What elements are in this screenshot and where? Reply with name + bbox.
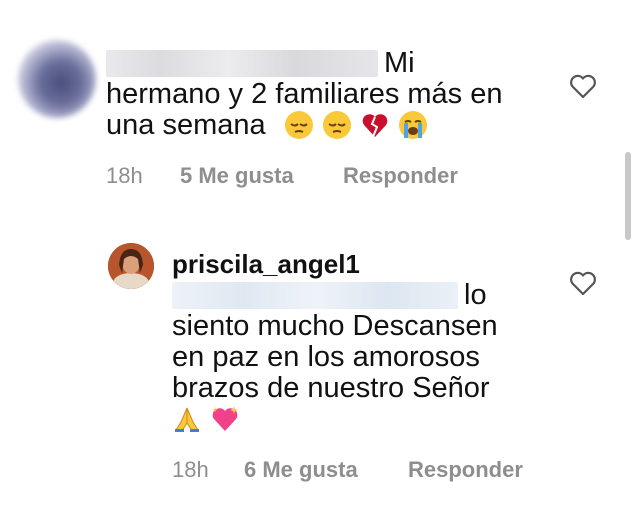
timestamp: 18h bbox=[106, 163, 143, 188]
redacted-username bbox=[106, 50, 378, 77]
reply-button[interactable]: Responder bbox=[408, 457, 523, 483]
comment-text-line: lo bbox=[464, 279, 487, 311]
reply-button[interactable]: Responder bbox=[343, 163, 458, 189]
comment-text: lo siento mucho Descansen en paz en los … bbox=[172, 280, 532, 435]
comment-username[interactable]: priscila_angel1 bbox=[172, 249, 360, 280]
avatar[interactable] bbox=[108, 243, 154, 289]
pensive-face-icon bbox=[284, 111, 313, 139]
scrollbar[interactable] bbox=[625, 152, 631, 240]
comment-text-line: siento mucho Descansen bbox=[172, 310, 498, 342]
like-heart-icon[interactable] bbox=[568, 269, 598, 297]
folded-hands-icon bbox=[175, 407, 199, 432]
comment-text-line: en paz en los amorosos bbox=[172, 341, 480, 373]
comment-text: Mi hermano y 2 familiares más en una sem… bbox=[106, 48, 546, 141]
redacted-mention bbox=[172, 282, 458, 309]
timestamp: 18h bbox=[172, 457, 209, 482]
sparkling-heart-icon bbox=[212, 406, 238, 431]
likes-count-link[interactable]: 6 Me gusta bbox=[244, 457, 358, 483]
like-heart-icon[interactable] bbox=[568, 72, 598, 100]
loudly-crying-face-icon bbox=[398, 111, 427, 139]
comment-text-line: una semana bbox=[106, 109, 266, 141]
likes-count-link[interactable]: 5 Me gusta bbox=[180, 163, 294, 189]
pensive-face-icon bbox=[322, 111, 351, 139]
comment-text-line: Mi bbox=[384, 47, 415, 79]
comment-text-line: brazos de nuestro Señor bbox=[172, 372, 490, 404]
avatar[interactable] bbox=[18, 40, 96, 118]
comment-text-line: hermano y 2 familiares más en bbox=[106, 78, 503, 110]
broken-heart-icon bbox=[362, 114, 387, 138]
